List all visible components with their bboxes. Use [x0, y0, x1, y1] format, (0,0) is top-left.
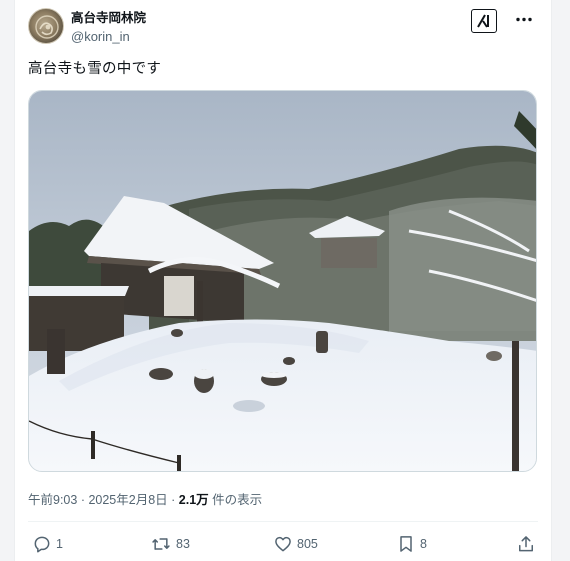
bookmark-count: 8 — [420, 537, 427, 551]
reply-bubble-icon — [34, 536, 50, 553]
grok-button[interactable] — [471, 9, 497, 33]
views-count: 2.1万 — [178, 493, 209, 507]
author-names: 高台寺岡林院 @korin_in — [71, 10, 146, 46]
post-meta: 午前9:03 · 2025年2月8日 · 2.1万 件の表示 — [28, 489, 262, 508]
more-dots-icon — [516, 17, 532, 22]
author-display-name[interactable]: 高台寺岡林院 — [71, 10, 146, 26]
post-time[interactable]: 午前9:03 — [28, 493, 77, 507]
like-button[interactable]: 805 — [273, 533, 318, 555]
action-bar: 1 83 805 8 — [28, 533, 538, 555]
avatar[interactable] — [28, 8, 64, 44]
heart-icon — [275, 536, 291, 552]
divider — [28, 521, 538, 522]
bookmark-icon — [400, 536, 412, 552]
post-card: 高台寺岡林院 @korin_in 高台寺も雪の中です 午前9:03 · 2025… — [14, 0, 552, 561]
like-count: 805 — [297, 537, 318, 551]
post-text: 高台寺も雪の中です — [28, 61, 162, 77]
share-button[interactable] — [516, 533, 536, 555]
share-icon — [519, 536, 533, 552]
post-date[interactable]: 2025年2月8日 — [88, 493, 167, 507]
post-header: 高台寺岡林院 @korin_in — [28, 6, 541, 46]
snowy-temple-garden-photo — [29, 91, 536, 471]
repost-button[interactable]: 83 — [150, 533, 190, 555]
grok-icon — [477, 14, 489, 28]
meta-separator: · — [167, 493, 179, 507]
views-label: 件の表示 — [208, 493, 263, 507]
meta-separator: · — [77, 493, 89, 507]
repost-count: 83 — [176, 537, 190, 551]
post-photo[interactable] — [28, 90, 537, 472]
more-options-button[interactable] — [511, 8, 537, 32]
author-handle[interactable]: @korin_in — [71, 28, 146, 46]
temple-crest-avatar-icon — [35, 15, 59, 39]
bookmark-button[interactable]: 8 — [396, 533, 427, 555]
repost-icon — [152, 538, 170, 550]
reply-button[interactable]: 1 — [32, 533, 63, 555]
reply-count: 1 — [56, 537, 63, 551]
